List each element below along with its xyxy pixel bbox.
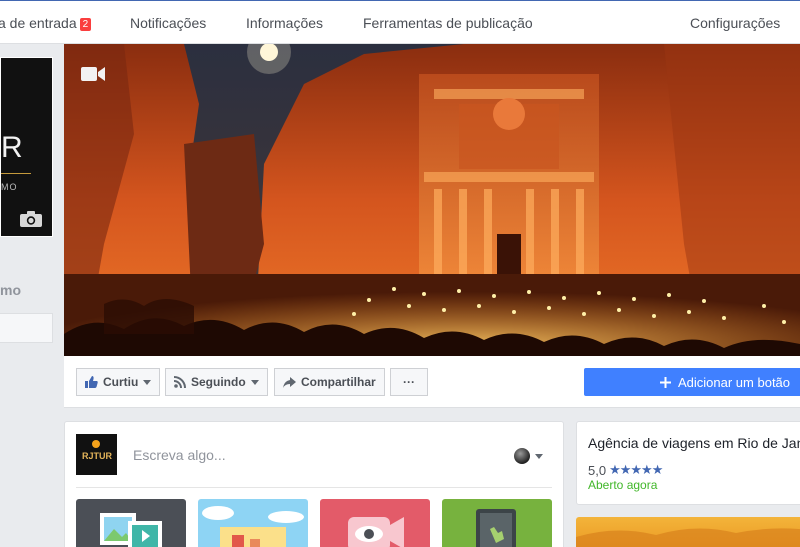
photo-icon xyxy=(100,513,162,547)
post-as-selector[interactable] xyxy=(514,448,543,464)
chevron-down-icon xyxy=(143,379,152,385)
tab-publishing-tools[interactable]: Ferramentas de publicação xyxy=(363,15,533,31)
open-status: Aberto agora xyxy=(588,478,658,492)
liked-button[interactable]: Curtiu xyxy=(76,368,161,396)
rss-icon xyxy=(174,376,186,388)
following-button[interactable]: Seguindo xyxy=(165,368,268,396)
tab-inbox[interactable]: a de entrada 2 xyxy=(0,15,92,31)
profile-picture[interactable]: R MO xyxy=(0,57,53,237)
share-arrow-icon xyxy=(283,376,296,388)
add-button-label: Adicionar um botão xyxy=(678,374,791,390)
rating-row[interactable]: 5,0 ★★★★★ xyxy=(588,462,663,478)
shop-icon xyxy=(202,506,304,547)
event-tile[interactable] xyxy=(442,499,552,547)
logo-letter: R xyxy=(1,131,24,164)
live-video-tile[interactable] xyxy=(320,499,430,547)
following-label: Seguindo xyxy=(191,375,246,389)
page-action-bar: Curtiu Seguindo Compartilhar ··· Adicion… xyxy=(64,356,800,408)
add-button-cta[interactable]: Adicionar um botão xyxy=(584,368,800,396)
phone-icon xyxy=(476,509,516,547)
share-button[interactable]: Compartilhar xyxy=(274,368,385,396)
video-camera-icon[interactable] xyxy=(81,66,105,82)
more-options-button[interactable]: ··· xyxy=(390,368,428,396)
rating-value: 5,0 xyxy=(588,462,607,478)
page-category[interactable]: Agência de viagens em Rio de Jan xyxy=(588,435,800,451)
share-label: Compartilhar xyxy=(301,375,376,389)
logo-subtext: MO xyxy=(1,182,18,192)
photo-video-tile[interactable] xyxy=(76,499,186,547)
live-video-icon xyxy=(348,517,404,547)
page-tab-bar: a de entrada 2 Notificações Informações F… xyxy=(0,0,800,44)
inbox-count-badge: 2 xyxy=(79,18,92,31)
tab-inbox-label: a de entrada xyxy=(0,15,77,31)
liked-label: Curtiu xyxy=(103,375,139,389)
create-username-box[interactable] xyxy=(0,313,53,343)
avatar-logo-dot xyxy=(92,440,100,448)
page-info-card: Agência de viagens em Rio de Jan 5,0 ★★★… xyxy=(576,421,800,505)
camera-icon[interactable] xyxy=(19,210,43,228)
offer-tile[interactable] xyxy=(198,499,308,547)
chevron-down-icon xyxy=(535,453,543,459)
more-label: ··· xyxy=(403,375,415,389)
profile-thumbnail-icon xyxy=(514,448,530,464)
cover-photo[interactable] xyxy=(64,44,800,356)
promo-image[interactable] xyxy=(576,517,800,547)
divider xyxy=(76,487,552,488)
chevron-down-icon xyxy=(250,379,259,385)
desert-landscape-image xyxy=(576,528,800,547)
avatar-logo-text: RJTUR xyxy=(82,451,113,461)
logo-divider xyxy=(1,173,31,174)
composer-input[interactable]: Escreva algo... xyxy=(133,447,226,463)
page-name[interactable]: mo xyxy=(0,282,21,298)
avatar: RJTUR xyxy=(76,434,117,475)
post-composer: RJTUR Escreva algo... xyxy=(64,421,564,547)
thumbs-up-icon xyxy=(85,376,98,388)
tab-settings[interactable]: Configurações xyxy=(690,15,780,31)
star-rating-icon: ★★★★★ xyxy=(609,462,663,477)
petra-treasury-image xyxy=(64,44,800,356)
tab-notifications[interactable]: Notificações xyxy=(130,15,206,31)
plus-icon xyxy=(660,376,671,388)
tab-info[interactable]: Informações xyxy=(246,15,323,31)
